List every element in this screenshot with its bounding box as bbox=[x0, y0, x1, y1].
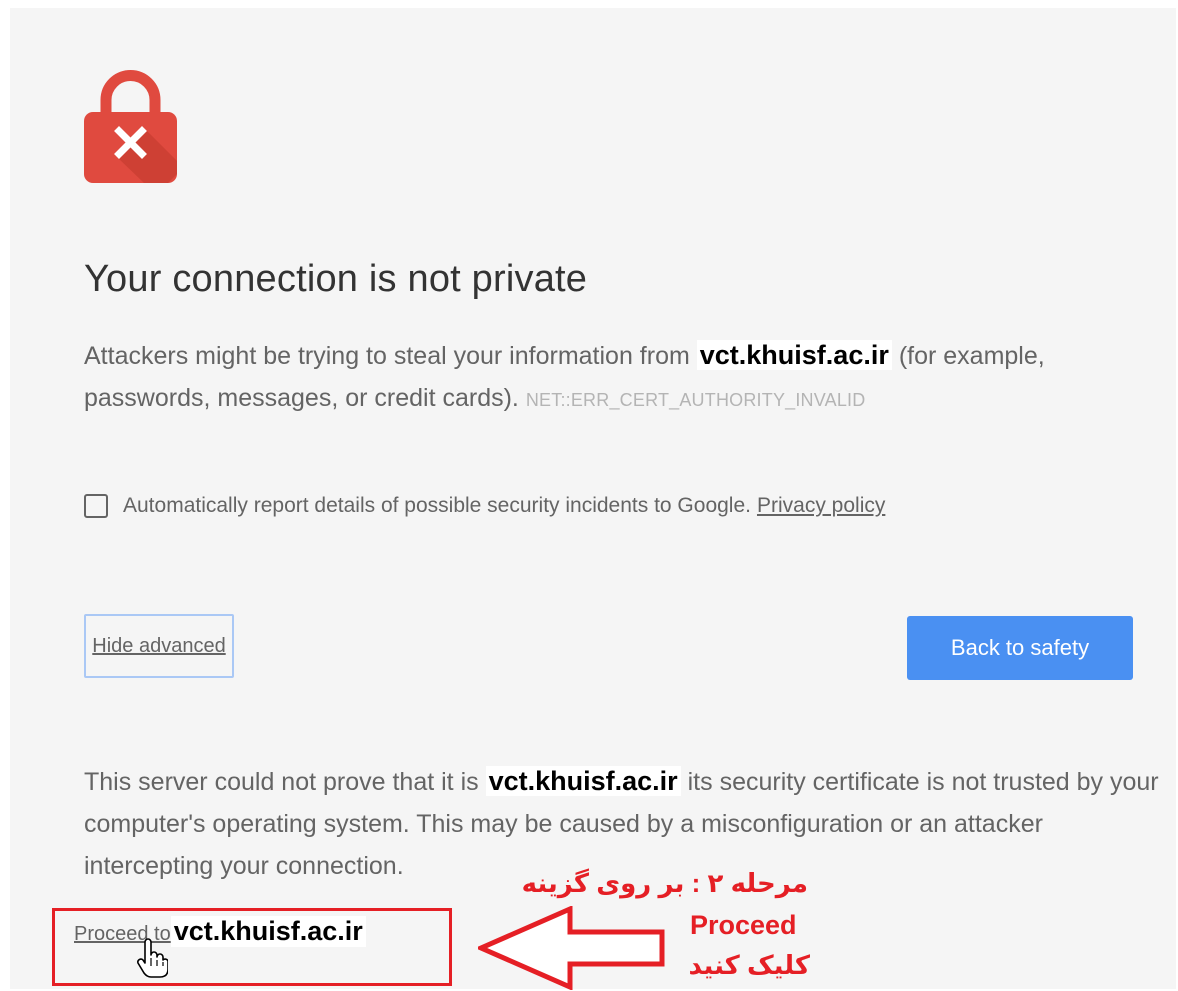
report-row: Automatically report details of possible… bbox=[84, 490, 885, 522]
lock-error-icon bbox=[84, 70, 177, 183]
intro-text: Attackers might be trying to steal your … bbox=[84, 334, 1154, 421]
back-to-safety-button[interactable]: Back to safety bbox=[907, 616, 1133, 680]
report-label: Automatically report details of possible… bbox=[123, 494, 751, 517]
details-before: This server could not prove that it is bbox=[84, 768, 479, 796]
page-title: Your connection is not private bbox=[84, 258, 588, 300]
report-checkbox[interactable] bbox=[84, 494, 108, 518]
error-code: NET::ERR_CERT_AUTHORITY_INVALID bbox=[525, 390, 866, 410]
proceed-host[interactable]: vct.khuisf.ac.ir bbox=[170, 916, 366, 947]
interstitial-page: Your connection is not private Attackers… bbox=[10, 8, 1176, 989]
annotation-line-2: Proceed bbox=[690, 910, 797, 940]
details-host: vct.khuisf.ac.ir bbox=[485, 766, 681, 796]
proceed-row: Proceed to vct.khuisf.ac.ir bbox=[74, 916, 366, 947]
intro-host: vct.khuisf.ac.ir bbox=[696, 340, 892, 370]
intro-before: Attackers might be trying to steal your … bbox=[84, 342, 690, 370]
privacy-policy-link[interactable]: Privacy policy bbox=[757, 494, 885, 518]
hide-advanced-button[interactable]: Hide advanced bbox=[84, 614, 234, 678]
annotation-line-1: مرحله ۲ : بر روی گزینه bbox=[521, 868, 808, 898]
left-arrow-icon bbox=[478, 906, 665, 990]
hand-pointer-icon bbox=[137, 938, 168, 978]
annotation-line-3: کلیک کنید bbox=[688, 950, 810, 980]
